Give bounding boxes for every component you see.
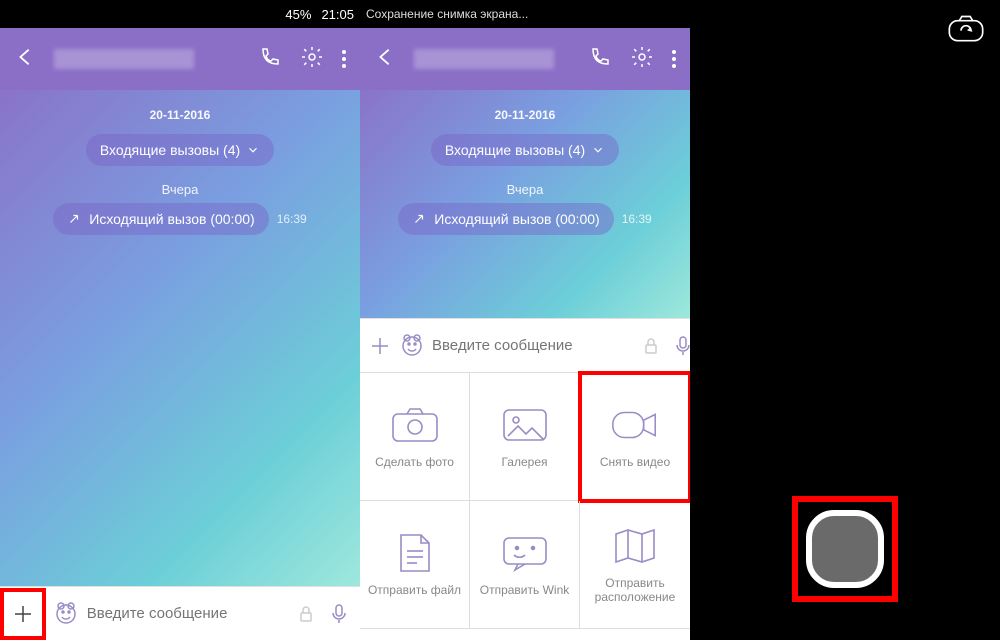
gear-icon[interactable] xyxy=(300,45,324,74)
sticker-icon[interactable] xyxy=(400,332,424,360)
attachment-panel: Сделать фото Галерея Снять видео Отправи… xyxy=(360,372,690,629)
sticker-icon[interactable] xyxy=(54,600,79,628)
battery-pct: 45% xyxy=(285,7,311,22)
back-icon[interactable] xyxy=(14,46,36,73)
mic-icon[interactable]: (( xyxy=(671,332,690,360)
shutter-highlight xyxy=(792,496,898,602)
lock-icon[interactable] xyxy=(294,600,319,628)
shutter-button[interactable] xyxy=(806,510,884,588)
chevron-down-icon xyxy=(591,143,605,157)
map-icon xyxy=(609,526,661,566)
back-icon[interactable] xyxy=(374,46,396,73)
message-input[interactable] xyxy=(87,605,286,622)
contact-name[interactable] xyxy=(54,49,240,69)
switch-camera-icon[interactable] xyxy=(946,14,986,49)
more-icon[interactable] xyxy=(342,50,346,68)
phone-1: 1 45% 21:05 20-11-2016 Входящие вызовы (… xyxy=(0,0,360,640)
date-label: 20-11-2016 xyxy=(360,108,690,122)
attach-highlight xyxy=(0,588,46,640)
chat-body: 20-11-2016 Входящие вызовы (4) Вчера Исх… xyxy=(0,90,360,586)
call-out-icon xyxy=(67,212,81,226)
outgoing-call-row[interactable]: Исходящий вызов (00:00) xyxy=(398,203,613,235)
clock: 21:05 xyxy=(321,7,354,22)
phone-3 xyxy=(690,0,1000,640)
status-bar: Сохранение снимка экрана... xyxy=(360,0,690,28)
chat-body: 20-11-2016 Входящие вызовы (4) Вчера Исх… xyxy=(360,90,690,318)
incoming-calls-pill[interactable]: Входящие вызовы (4) xyxy=(86,134,274,166)
input-bar xyxy=(0,586,360,640)
screenshot-toast: Сохранение снимка экрана... xyxy=(366,7,528,21)
status-bar: 1 45% 21:05 xyxy=(0,0,360,28)
video-icon xyxy=(609,405,661,445)
message-input[interactable] xyxy=(432,337,631,354)
phone-2: Сохранение снимка экрана... 20-11-2016 В… xyxy=(360,0,690,640)
chat-header xyxy=(360,28,690,90)
lock-icon[interactable] xyxy=(639,332,663,360)
plus-icon[interactable] xyxy=(368,332,392,360)
chevron-down-icon xyxy=(246,143,260,157)
chat-header xyxy=(0,28,360,90)
call-icon[interactable] xyxy=(588,45,612,74)
call-out-icon xyxy=(412,212,426,226)
mic-icon[interactable] xyxy=(327,600,352,628)
attach-file[interactable]: Отправить файл xyxy=(360,501,470,629)
date-label: 20-11-2016 xyxy=(0,108,360,122)
plus-icon[interactable] xyxy=(9,600,37,628)
attach-photo[interactable]: Сделать фото xyxy=(360,373,470,501)
camera-icon xyxy=(389,405,441,445)
wink-icon xyxy=(499,533,551,573)
yesterday-label: Вчера xyxy=(360,182,690,197)
attach-wink[interactable]: Отправить Wink xyxy=(470,501,580,629)
file-icon xyxy=(389,533,441,573)
attach-video[interactable]: Снять видео xyxy=(580,373,690,501)
attach-location[interactable]: Отправить расположение xyxy=(580,501,690,629)
incoming-calls-pill[interactable]: Входящие вызовы (4) xyxy=(431,134,619,166)
gear-icon[interactable] xyxy=(630,45,654,74)
gallery-icon xyxy=(499,405,551,445)
call-time: 16:39 xyxy=(622,212,652,226)
more-icon[interactable] xyxy=(672,50,676,68)
yesterday-label: Вчера xyxy=(0,182,360,197)
outgoing-call-row[interactable]: Исходящий вызов (00:00) xyxy=(53,203,268,235)
call-time: 16:39 xyxy=(277,212,307,226)
call-icon[interactable] xyxy=(258,45,282,74)
attach-gallery[interactable]: Галерея xyxy=(470,373,580,501)
input-bar: (( xyxy=(360,318,690,372)
contact-name[interactable] xyxy=(414,49,570,69)
